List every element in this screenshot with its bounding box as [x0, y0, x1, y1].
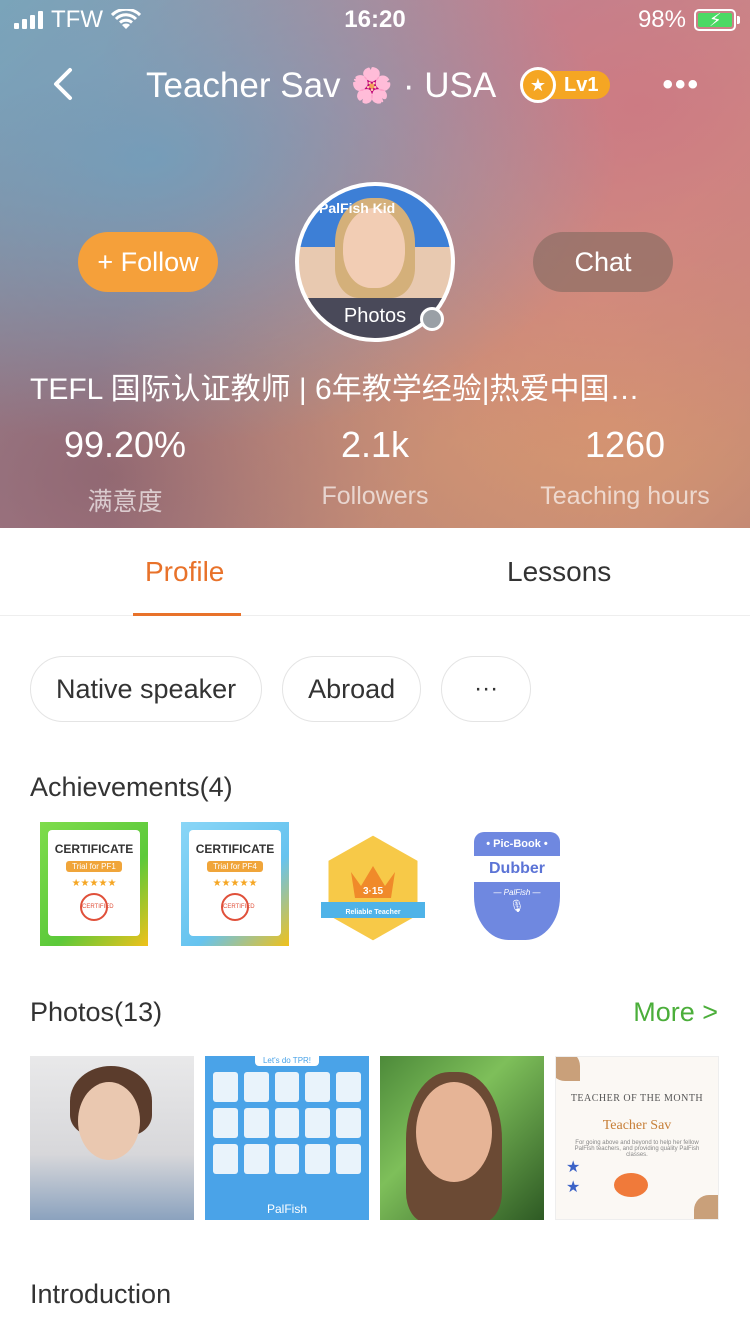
- online-status-dot: [420, 307, 444, 331]
- chat-button[interactable]: Chat: [533, 232, 673, 292]
- pic-book-sub: — PalFish —: [493, 888, 541, 897]
- cert-heading: CERTIFICATE: [54, 842, 134, 856]
- photo-face: [416, 1082, 492, 1182]
- certificate-name: Teacher Sav: [602, 1118, 672, 1133]
- photo-face: [78, 1082, 140, 1160]
- photo-thumbnail-2[interactable]: Let's do TPR! PalFish: [205, 1056, 369, 1220]
- avatar-face: [343, 208, 405, 288]
- chip-more[interactable]: ···: [441, 656, 532, 722]
- stat-value: 1260: [584, 424, 666, 465]
- status-right: 98% ⚡: [637, 6, 740, 34]
- stat-value: 2.1k: [340, 424, 410, 465]
- stat-satisfaction: 99.20% 满意度: [0, 424, 250, 518]
- active-tab-indicator: [133, 613, 241, 616]
- achievements-title: Achievements(4): [30, 772, 233, 802]
- status-bar: TFW 16:20 98% ⚡: [0, 0, 750, 40]
- battery-icon: ⚡: [694, 9, 740, 31]
- stat-value: 99.20%: [63, 424, 187, 465]
- teacher-bio: TEFL 国际认证教师 | 6年教学经验|热爱中国…: [30, 373, 640, 406]
- achievement-reliable-teacher[interactable]: 3·15 Reliable Teacher: [321, 832, 425, 944]
- more-options-icon[interactable]: •••: [662, 68, 700, 102]
- certificate-text: For going above and beyond to help her f…: [574, 1140, 700, 1158]
- stat-label: Followers: [321, 482, 429, 510]
- achievement-certificate-pf4[interactable]: CERTIFICATE Trial for PF4 ★★★★★ CERTIFIE…: [181, 822, 289, 946]
- cert-seal: CERTIFIED: [221, 893, 255, 921]
- stat-teaching-hours: 1260 Teaching hours: [500, 424, 750, 518]
- microphone-icon: 🎙: [509, 899, 525, 913]
- achievement-certificate-pf1[interactable]: CERTIFICATE Trial for PF1 ★★★★★ CERTIFIE…: [40, 822, 148, 946]
- chip-native-speaker[interactable]: Native speaker: [30, 656, 263, 722]
- photos-strip: Let's do TPR! PalFish TEACHER OF THE MON…: [30, 1056, 719, 1220]
- palfish-logo: PalFish: [266, 1202, 307, 1216]
- back-chevron-icon[interactable]: [44, 64, 84, 104]
- stats-row: 99.20% 满意度 2.1k Followers 1260 Teaching …: [0, 424, 750, 518]
- pic-book-top: • Pic-Book •: [486, 838, 548, 850]
- cert-heading: CERTIFICATE: [195, 842, 275, 856]
- battery-percent: 98%: [637, 6, 686, 33]
- tpr-title: Let's do TPR!: [255, 1056, 319, 1066]
- tag-chips: Native speaker Abroad ···: [30, 656, 532, 722]
- medal-icon: ★: [520, 67, 556, 103]
- stars-icon: ★ ★: [566, 1159, 581, 1196]
- cert-sub: Trial for PF1: [66, 861, 122, 872]
- cert-stars-icon: ★★★★★: [71, 878, 117, 889]
- stat-label: Teaching hours: [540, 482, 710, 510]
- follow-button[interactable]: + Follow: [78, 232, 218, 292]
- level-badge[interactable]: ★ Lv1: [520, 67, 611, 103]
- page-title: Teacher Sav 🌸 · USA: [146, 66, 496, 106]
- pic-book-main: Dubber: [474, 856, 560, 882]
- photo-thumbnail-4[interactable]: TEACHER OF THE MONTH Teacher Sav For goi…: [555, 1056, 719, 1220]
- cert-sub: Trial for PF4: [207, 861, 263, 872]
- leaf-decoration: [694, 1195, 718, 1219]
- tpr-grid: [213, 1072, 361, 1174]
- avatar-brand: PalFish Kid: [319, 200, 396, 216]
- tab-bar: Profile Lessons: [0, 528, 750, 616]
- reliable-teacher-num: 3·15: [363, 886, 383, 897]
- photo-thumbnail-1[interactable]: [30, 1056, 194, 1220]
- fish-icon: [614, 1173, 648, 1197]
- stat-followers[interactable]: 2.1k Followers: [250, 424, 500, 518]
- nav-bar: Teacher Sav 🌸 · USA ★ Lv1 •••: [0, 50, 750, 120]
- stat-label: 满意度: [87, 488, 163, 516]
- teacher-country: · USA: [402, 66, 497, 105]
- achievement-pic-book-dubber[interactable]: • Pic-Book • Dubber — PalFish — 🎙: [474, 832, 560, 940]
- photos-more-link[interactable]: More >: [633, 997, 718, 1028]
- tab-profile[interactable]: Profile: [145, 556, 224, 588]
- reliable-teacher-label: Reliable Teacher: [345, 909, 400, 916]
- certificate-heading: TEACHER OF THE MONTH: [570, 1093, 704, 1104]
- photos-title: Photos(13): [30, 997, 163, 1027]
- introduction-title: Introduction: [30, 1279, 172, 1309]
- cert-seal: CERTIFIED: [80, 893, 114, 921]
- chip-abroad[interactable]: Abroad: [282, 656, 422, 722]
- leaf-decoration: [556, 1057, 580, 1081]
- tab-lessons[interactable]: Lessons: [507, 556, 611, 588]
- flower-icon: 🌸: [350, 67, 393, 105]
- cert-stars-icon: ★★★★★: [212, 878, 258, 889]
- teacher-name: Teacher Sav: [146, 66, 341, 105]
- achievements-list: CERTIFICATE Trial for PF1 ★★★★★ CERTIFIE…: [38, 822, 738, 948]
- photo-thumbnail-3[interactable]: [380, 1056, 544, 1220]
